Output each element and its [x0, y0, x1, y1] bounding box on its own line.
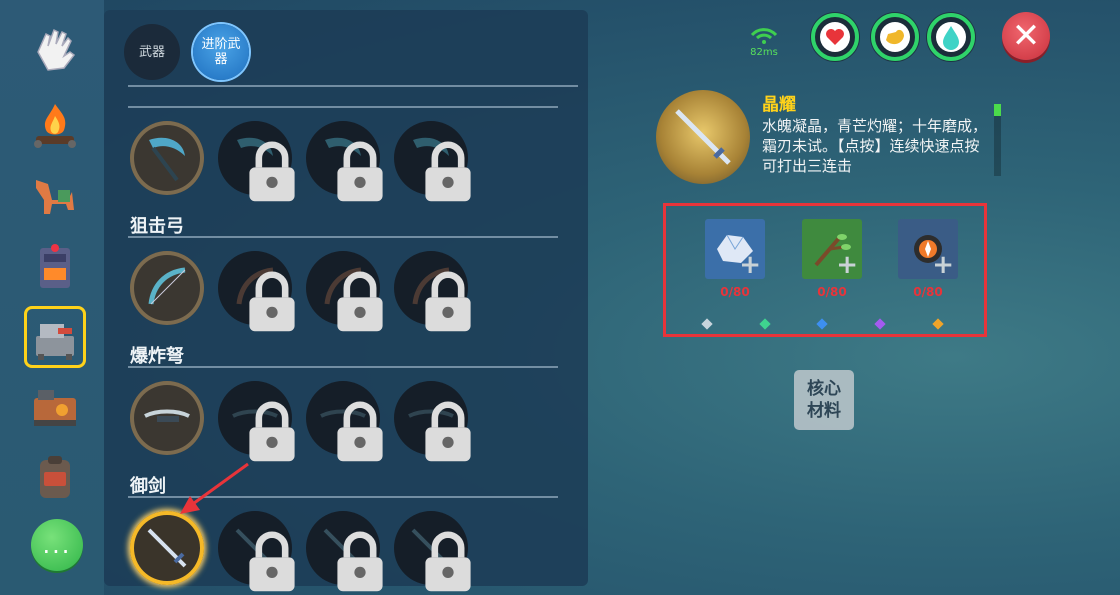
weapon-slot-locked[interactable] [306, 251, 383, 332]
health-icon [811, 13, 859, 61]
core-materials-button[interactable]: 核心材料 [794, 370, 854, 430]
annotation-arrow-icon [180, 462, 249, 514]
weapon-slot-flying-sword[interactable] [130, 511, 204, 585]
weapon-slot-locked[interactable] [218, 251, 295, 332]
material-count: 0/80 [720, 285, 750, 299]
more-label: ... [42, 531, 72, 559]
machine-icon[interactable] [24, 376, 86, 438]
more-button[interactable]: ... [31, 519, 83, 571]
wifi-icon [750, 28, 778, 44]
lock-icon [249, 401, 295, 462]
lock-icon [249, 271, 295, 332]
branch-material-icon[interactable]: + [802, 219, 862, 279]
water-stat [926, 12, 976, 62]
close-icon: ✕ [1011, 16, 1041, 56]
section-title-flying-sword: 御剑 [130, 476, 166, 497]
weapon-slot-locked[interactable] [394, 381, 471, 462]
lock-icon [337, 531, 383, 592]
lock-icon [337, 271, 383, 332]
weapon-slot-locked[interactable] [306, 511, 383, 592]
lock-icon [337, 401, 383, 462]
close-button[interactable]: ✕ [1002, 12, 1050, 60]
lock-icon [337, 141, 383, 202]
hunger-stat [870, 12, 920, 62]
item-description: 水魄凝晶，青芒灼耀；十年磨成，霜刃未试。【点按】连续快速点按可打出三连击 [762, 117, 988, 175]
divider [128, 366, 558, 368]
lock-icon [425, 401, 471, 462]
weapon-slot-locked[interactable] [218, 121, 295, 202]
backpack-icon[interactable] [24, 446, 86, 508]
core-materials-label: 核心材料 [807, 379, 841, 421]
weapon-slot-locked[interactable] [394, 251, 471, 332]
lock-icon [249, 141, 295, 202]
hunger-icon [871, 13, 919, 61]
weapon-slot-scythe[interactable] [130, 121, 204, 195]
weapon-slot-locked[interactable] [394, 511, 471, 592]
tab-advanced-weapons-label: 进阶武器 [201, 37, 241, 67]
crystal-material-icon[interactable]: + [705, 219, 765, 279]
divider [128, 106, 558, 108]
workbench-icon[interactable] [24, 306, 86, 368]
hand-icon[interactable] [24, 18, 86, 80]
furnace-icon[interactable] [24, 236, 86, 298]
weapon-slot-crossbow[interactable] [130, 381, 204, 455]
lock-icon [425, 531, 471, 592]
ping-text: 82ms [750, 47, 778, 58]
weapon-slot-locked[interactable] [306, 381, 383, 462]
water-icon [927, 13, 975, 61]
section-title-sniper-bow: 狙击弓 [130, 216, 184, 237]
divider [128, 85, 578, 87]
left-nav-bar: ... [0, 0, 104, 595]
weapon-slot-locked[interactable] [394, 121, 471, 202]
material-count: 0/80 [817, 285, 847, 299]
material-count: 0/80 [913, 285, 943, 299]
campfire-icon[interactable] [24, 94, 86, 156]
weapon-slot-locked[interactable] [218, 381, 295, 462]
divider [128, 236, 558, 238]
sword-icon [675, 109, 731, 165]
network-ping: 82ms [744, 26, 784, 58]
health-stat [810, 12, 860, 62]
section-title-explosive-crossbow: 爆炸弩 [130, 346, 184, 367]
tab-advanced-weapons[interactable]: 进阶武器 [193, 24, 249, 80]
item-portrait [656, 90, 750, 184]
core-material-icon[interactable]: + [898, 219, 958, 279]
lock-icon [425, 141, 471, 202]
weapon-slot-locked[interactable] [306, 121, 383, 202]
lock-icon [425, 271, 471, 332]
item-name: 晶耀 [762, 95, 796, 115]
tab-weapons[interactable]: 武器 [124, 24, 180, 80]
description-scrollbar[interactable] [994, 104, 1001, 176]
weapon-slot-sniper-bow[interactable] [130, 251, 204, 325]
tab-weapons-label: 武器 [138, 44, 165, 60]
mount-icon[interactable] [24, 166, 86, 228]
lock-icon [249, 531, 295, 592]
weapon-slot-locked[interactable] [218, 511, 295, 592]
